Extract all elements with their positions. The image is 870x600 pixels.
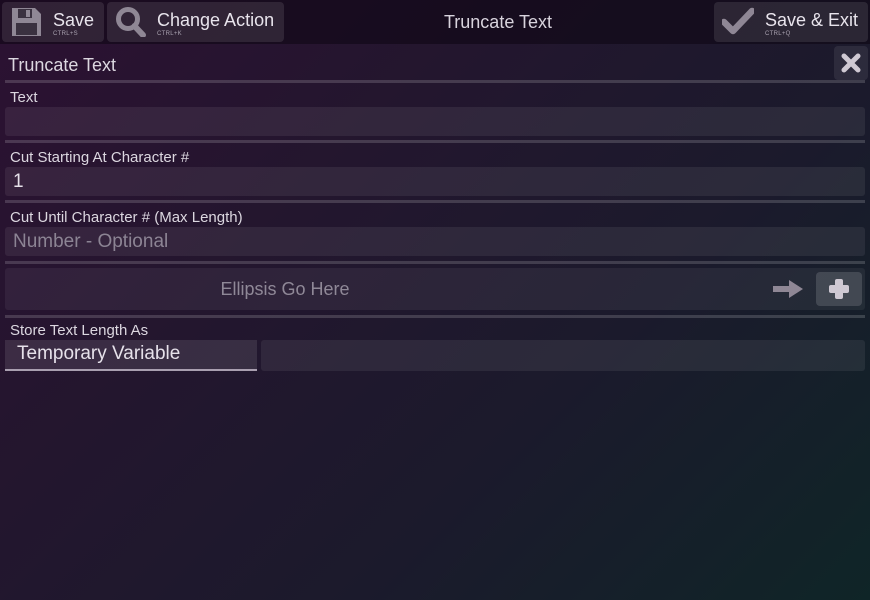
cut-start-input[interactable] <box>5 167 865 196</box>
cut-until-input[interactable] <box>5 227 865 256</box>
plus-icon <box>829 279 849 299</box>
top-toolbar: Save CTRL+S Change Action CTRL+K Truncat… <box>0 0 870 44</box>
divider <box>5 200 865 203</box>
save-button[interactable]: Save CTRL+S <box>2 2 104 42</box>
save-exit-shortcut: CTRL+Q <box>765 31 791 37</box>
divider <box>5 80 865 83</box>
store-length-label: Store Text Length As <box>10 322 149 339</box>
floppy-disk-icon <box>10 7 42 37</box>
arrow-right-icon <box>772 280 804 303</box>
ellipsis-row[interactable]: Ellipsis Go Here <box>5 268 865 310</box>
text-field-label: Text <box>10 89 38 106</box>
add-ellipsis-button[interactable] <box>816 272 862 306</box>
close-button[interactable] <box>834 46 868 80</box>
ellipsis-placeholder: Ellipsis Go Here <box>220 279 350 299</box>
cut-start-label: Cut Starting At Character # <box>10 149 190 166</box>
save-shortcut: CTRL+S <box>53 31 78 37</box>
save-exit-button[interactable]: Save & Exit CTRL+Q <box>714 2 868 42</box>
checkmark-icon <box>720 7 756 37</box>
text-input[interactable] <box>5 107 865 136</box>
magnifier-icon <box>115 7 147 38</box>
panel-title: Truncate Text <box>8 55 117 75</box>
change-action-label: Change Action <box>157 10 275 30</box>
save-exit-label: Save & Exit <box>765 10 859 30</box>
divider <box>5 315 865 318</box>
divider <box>5 140 865 143</box>
variable-type-dropdown[interactable]: Temporary Variable <box>5 340 257 371</box>
change-action-button[interactable]: Change Action CTRL+K <box>107 2 284 42</box>
cut-until-label: Cut Until Character # (Max Length) <box>10 209 243 226</box>
change-action-shortcut: CTRL+K <box>157 31 182 37</box>
page-title: Truncate Text <box>443 12 553 32</box>
close-x-icon <box>841 53 861 73</box>
variable-name-input[interactable] <box>261 340 865 371</box>
divider <box>5 261 865 264</box>
save-button-label: Save <box>53 10 95 30</box>
